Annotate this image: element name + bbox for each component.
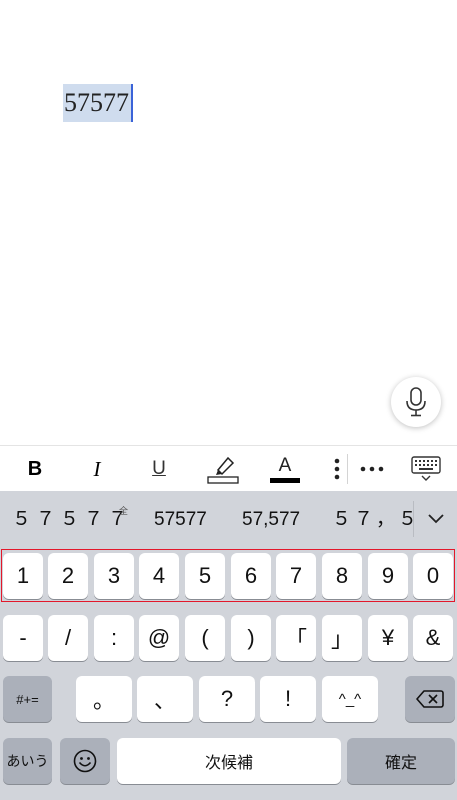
emoji-icon — [73, 749, 97, 773]
ellipsis-icon — [360, 466, 384, 472]
key-exclamation[interactable]: ! — [260, 676, 316, 722]
key-maru[interactable]: 。 — [76, 676, 132, 722]
key-close-bracket[interactable]: 」 — [322, 615, 362, 661]
key-question[interactable]: ? — [199, 676, 255, 722]
key-7[interactable]: 7 — [276, 553, 316, 599]
candidate-item[interactable]: ５７，５ — [332, 491, 420, 546]
key-9[interactable]: 9 — [368, 553, 408, 599]
hide-keyboard-button[interactable] — [405, 446, 447, 492]
microphone-icon — [406, 387, 426, 417]
key-2[interactable]: 2 — [48, 553, 88, 599]
document-text-line[interactable]: 57577 — [63, 84, 133, 122]
more-options-button[interactable] — [356, 446, 388, 492]
full-width-badge: 全 — [119, 506, 129, 516]
key-confirm[interactable]: 確定 — [347, 738, 455, 784]
text-caret — [131, 84, 133, 122]
candidate-item[interactable]: 57,577 — [242, 491, 300, 546]
dictate-button[interactable] — [391, 377, 441, 427]
backspace-icon — [416, 690, 444, 708]
toolbar-divider — [347, 454, 348, 484]
underline-button[interactable]: U — [142, 446, 176, 492]
font-color-letter: A — [278, 454, 292, 476]
vertical-ellipsis-icon — [334, 458, 340, 480]
key-slash[interactable]: / — [48, 615, 88, 661]
keyboard-dismiss-icon — [411, 456, 441, 481]
key-open-paren[interactable]: ( — [185, 615, 225, 661]
highlighter-icon — [207, 456, 239, 484]
candidate-item[interactable]: ５７５７７ — [12, 491, 132, 546]
conversion-candidate-bar: ５７５７７ 全 57577 57,577 ５７，５ — [0, 491, 457, 546]
selected-text[interactable]: 57577 — [63, 84, 131, 122]
key-shift-symbols[interactable]: #+= — [3, 676, 52, 722]
key-ten[interactable]: 、 — [137, 676, 193, 722]
key-kaomoji[interactable]: ^_^ — [322, 676, 378, 722]
key-4[interactable]: 4 — [139, 553, 179, 599]
key-0[interactable]: 0 — [413, 553, 453, 599]
delete-button[interactable] — [405, 676, 455, 722]
italic-button[interactable]: I — [80, 446, 114, 492]
highlight-button[interactable] — [203, 446, 243, 492]
key-close-paren[interactable]: ) — [231, 615, 271, 661]
key-yen[interactable]: ¥ — [368, 615, 408, 661]
key-colon[interactable]: : — [94, 615, 134, 661]
key-1[interactable]: 1 — [3, 553, 43, 599]
key-ampersand[interactable]: & — [413, 615, 453, 661]
key-3[interactable]: 3 — [94, 553, 134, 599]
key-6[interactable]: 6 — [231, 553, 271, 599]
key-at[interactable]: @ — [139, 615, 179, 661]
font-color-button[interactable]: A — [266, 446, 304, 492]
key-5[interactable]: 5 — [185, 553, 225, 599]
japanese-keyboard: ５７５７７ 全 57577 57,577 ５７，５ 1 2 3 4 5 6 7 … — [0, 491, 457, 800]
chevron-down-icon — [427, 513, 444, 523]
emoji-key[interactable] — [60, 738, 110, 784]
font-color-swatch — [270, 477, 300, 483]
key-hyphen[interactable]: - — [3, 615, 43, 661]
key-next-candidate[interactable]: 次候補 — [117, 738, 341, 784]
candidate-item[interactable]: 57577 — [154, 491, 207, 546]
key-8[interactable]: 8 — [322, 553, 362, 599]
toolbar-overflow-button[interactable] — [326, 446, 348, 492]
document-canvas[interactable]: 57577 — [0, 0, 457, 445]
bold-button[interactable]: B — [18, 446, 52, 492]
expand-candidates-button[interactable] — [414, 491, 457, 546]
key-kana-mode[interactable]: あいう — [3, 738, 52, 784]
key-open-bracket[interactable]: 「 — [276, 615, 316, 661]
formatting-toolbar: B I U A — [0, 445, 457, 491]
